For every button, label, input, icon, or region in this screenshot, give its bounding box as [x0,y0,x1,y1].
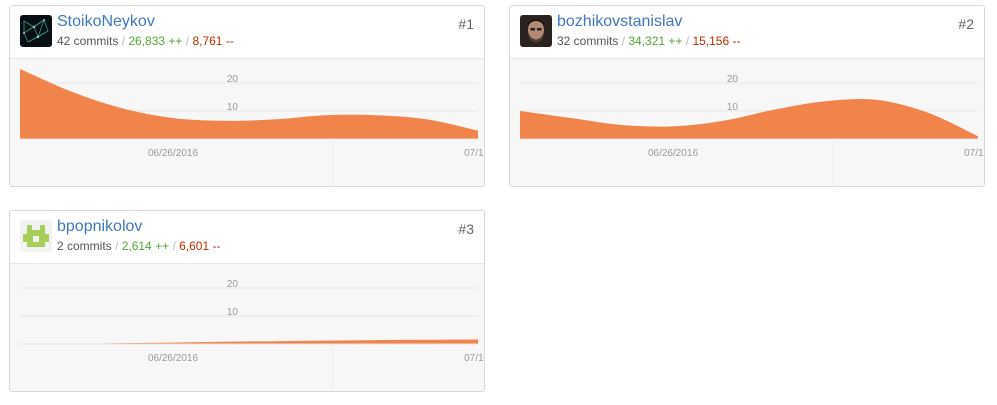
person-photo-avatar-icon [520,15,552,47]
commit-count[interactable]: 2 commits [57,239,112,253]
avatar[interactable] [20,220,52,252]
username-link[interactable]: bpopnikolov [57,218,142,236]
card-header: StoikoNeykov 42 commits / 26,833 ++ / 8,… [10,6,484,59]
contributor-card-2: bozhikovstanislav 32 commits / 34,321 ++… [509,5,985,187]
y-tick-label: 20 [227,74,239,85]
contribution-stats: 2 commits / 2,614 ++ / 6,601 -- [57,239,220,253]
contribution-chart: 10 20 06/26/2016 07/10/ [10,264,485,391]
rank-label: #3 [458,221,474,237]
commits-area [20,69,478,139]
x-tick-label: 07/10/ [964,148,985,159]
x-tick-label: 06/26/2016 [148,148,198,159]
card-header: bozhikovstanislav 32 commits / 34,321 ++… [510,6,984,59]
rank-label: #2 [958,16,974,32]
commit-count[interactable]: 32 commits [557,34,618,48]
card-header: bpopnikolov 2 commits / 2,614 ++ / 6,601… [10,211,484,264]
avatar[interactable] [520,15,552,47]
area-chart-svg: 10 20 06/26/2016 07/10/ [20,279,485,391]
contributor-card-3: bpopnikolov 2 commits / 2,614 ++ / 6,601… [9,210,485,392]
contribution-chart: 10 20 06/26/2016 07/10/ [510,59,985,186]
y-tick-label: 20 [727,74,739,85]
commit-count[interactable]: 42 commits [57,34,118,48]
separator: / [115,239,122,253]
username-link[interactable]: StoikoNeykov [57,13,155,31]
deletions-count: 6,601 -- [179,239,221,253]
y-tick-label: 20 [227,279,239,290]
contribution-stats: 32 commits / 34,321 ++ / 15,156 -- [557,34,740,48]
x-tick-label: 07/10/ [464,353,485,364]
deletions-count: 8,761 -- [192,34,234,48]
x-tick-label: 06/26/2016 [148,353,198,364]
y-tick-label: 10 [727,102,739,113]
additions-count: 26,833 ++ [128,34,183,48]
x-tick-label: 07/10/ [464,148,485,159]
rank-label: #1 [458,16,474,32]
commits-area [520,98,978,139]
y-tick-label: 10 [227,102,239,113]
contribution-chart: 10 20 06/26/2016 07/10/ [10,59,485,186]
dark-network-avatar-icon [20,15,52,47]
deletions-count: 15,156 -- [692,34,741,48]
area-chart-svg: 10 20 06/26/2016 07/10/ [20,69,485,186]
green-identicon-avatar-icon [20,220,52,252]
commits-area [20,339,478,344]
additions-count: 34,321 ++ [628,34,683,48]
contributor-card-1: StoikoNeykov 42 commits / 26,833 ++ / 8,… [9,5,485,187]
area-chart-svg: 10 20 06/26/2016 07/10/ [520,74,985,186]
avatar[interactable] [20,15,52,47]
x-tick-label: 06/26/2016 [648,148,698,159]
contribution-stats: 42 commits / 26,833 ++ / 8,761 -- [57,34,234,48]
y-tick-label: 10 [227,307,239,318]
username-link[interactable]: bozhikovstanislav [557,13,682,31]
additions-count: 2,614 ++ [121,239,170,253]
